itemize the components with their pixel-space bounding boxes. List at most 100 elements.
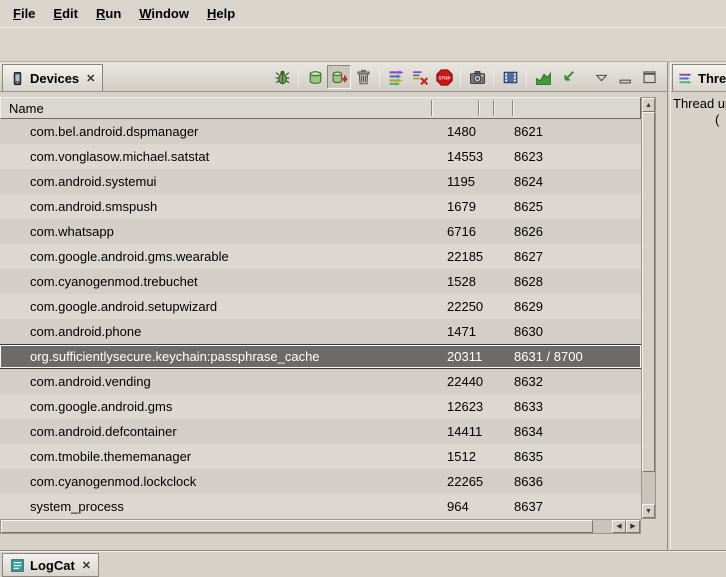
table-row[interactable]: com.cyanogenmod.lockclock 22265 8636 bbox=[0, 469, 641, 494]
maximize-button[interactable] bbox=[637, 65, 661, 89]
devices-view: Devices ✕ bbox=[0, 62, 668, 550]
update-threads-button[interactable] bbox=[384, 65, 408, 89]
table-row[interactable]: com.google.android.setupwizard 22250 862… bbox=[0, 294, 641, 319]
stop-threads-button[interactable] bbox=[408, 65, 432, 89]
threads-message-continued: ( bbox=[715, 112, 719, 127]
devices-toolbar: STOP bbox=[270, 65, 661, 89]
horizontal-scroll-thumb[interactable] bbox=[1, 520, 593, 533]
process-name: com.google.android.setupwizard bbox=[30, 299, 217, 314]
table-row[interactable]: com.android.systemui 1195 8624 bbox=[0, 169, 641, 194]
horizontal-scrollbar[interactable]: ◀ ▶ bbox=[0, 519, 641, 534]
threads-tab-label: Threads bbox=[698, 71, 726, 86]
process-pid: 12623 bbox=[447, 399, 483, 414]
debug-icon bbox=[274, 69, 291, 86]
process-pid: 20311 bbox=[447, 349, 482, 364]
menu-help[interactable]: Help bbox=[198, 2, 244, 25]
table-row[interactable]: com.google.android.gms 12623 8633 bbox=[0, 394, 641, 419]
table-row[interactable]: com.vonglasow.michael.satstat 14553 8623 bbox=[0, 144, 641, 169]
minimize-button[interactable] bbox=[613, 65, 637, 89]
process-port: 8637 bbox=[514, 499, 543, 514]
table-row[interactable]: com.android.vending 22440 8632 bbox=[0, 369, 641, 394]
process-name: com.android.defcontainer bbox=[30, 424, 177, 439]
device-icon bbox=[10, 71, 25, 86]
dump-hprof-icon bbox=[331, 69, 348, 86]
column-separator[interactable] bbox=[478, 100, 480, 116]
table-row[interactable]: system_process 964 8637 bbox=[0, 494, 641, 519]
cause-gc-button[interactable] bbox=[351, 65, 375, 89]
stop-process-icon: STOP bbox=[436, 69, 453, 86]
threads-message: Thread up bbox=[673, 96, 726, 111]
process-name: org.sufficientlysecure.keychain:passphra… bbox=[30, 349, 320, 364]
table-row[interactable]: com.android.phone 1471 8630 bbox=[0, 319, 641, 344]
logcat-tab-close-icon[interactable]: ✕ bbox=[80, 559, 91, 572]
table-header[interactable]: Name bbox=[0, 97, 641, 119]
screen-record-button[interactable] bbox=[498, 65, 522, 89]
debug-button[interactable] bbox=[270, 65, 294, 89]
scroll-left-button[interactable]: ◀ bbox=[612, 520, 626, 533]
scroll-up-button[interactable]: ▲ bbox=[642, 98, 655, 112]
tab-devices[interactable]: Devices ✕ bbox=[2, 64, 103, 91]
table-row[interactable]: com.google.android.gms.wearable 22185 86… bbox=[0, 244, 641, 269]
svg-text:STOP: STOP bbox=[438, 75, 450, 80]
vertical-scrollbar[interactable]: ▲ ▼ bbox=[641, 97, 656, 519]
process-name: com.android.vending bbox=[30, 374, 151, 389]
table-row[interactable]: com.android.smspush 1679 8625 bbox=[0, 194, 641, 219]
process-port: 8627 bbox=[514, 249, 543, 264]
stop-process-button[interactable]: STOP bbox=[432, 65, 456, 89]
scroll-down-button[interactable]: ▼ bbox=[642, 504, 655, 518]
vertical-scroll-thumb[interactable] bbox=[642, 112, 655, 472]
process-name: com.android.systemui bbox=[30, 174, 156, 189]
tab-threads[interactable]: Threads bbox=[672, 64, 726, 91]
process-port: 8630 bbox=[514, 324, 543, 339]
sysinfo-icon bbox=[535, 69, 552, 86]
table-row[interactable]: com.bel.android.dspmanager 1480 8621 bbox=[0, 119, 641, 144]
process-pid: 6716 bbox=[447, 224, 476, 239]
sysinfo-button[interactable] bbox=[531, 65, 555, 89]
process-port: 8621 bbox=[514, 124, 543, 139]
process-port: 8623 bbox=[514, 149, 543, 164]
threads-view: Threads Thread up ( bbox=[670, 62, 726, 550]
dump-hprof-button[interactable] bbox=[327, 65, 351, 89]
scroll-right-button[interactable]: ▶ bbox=[626, 520, 640, 533]
process-port: 8632 bbox=[514, 374, 543, 389]
table-row[interactable]: com.whatsapp 6716 8626 bbox=[0, 219, 641, 244]
process-name: com.cyanogenmod.lockclock bbox=[30, 474, 196, 489]
table-row[interactable]: com.android.defcontainer 14411 8634 bbox=[0, 419, 641, 444]
process-port: 8628 bbox=[514, 274, 543, 289]
screen-capture-button[interactable] bbox=[465, 65, 489, 89]
view-menu-button[interactable] bbox=[589, 65, 613, 89]
menu-edit[interactable]: Edit bbox=[44, 2, 87, 25]
process-pid: 1512 bbox=[447, 449, 476, 464]
method-profiling-button[interactable] bbox=[555, 65, 579, 89]
menu-window[interactable]: Window bbox=[130, 2, 198, 25]
toolbar-separator bbox=[526, 69, 527, 86]
table-row[interactable]: com.tmobile.thememanager 1512 8635 bbox=[0, 444, 641, 469]
device-table-body: com.bel.android.dspmanager 1480 8621 com… bbox=[0, 119, 641, 519]
toolbar-separator bbox=[379, 69, 380, 86]
logcat-bar: LogCat ✕ bbox=[0, 550, 726, 577]
table-row[interactable]: org.sufficientlysecure.keychain:passphra… bbox=[0, 344, 641, 369]
process-name: com.tmobile.thememanager bbox=[30, 449, 191, 464]
process-port: 8625 bbox=[514, 199, 543, 214]
process-name: com.cyanogenmod.trebuchet bbox=[30, 274, 198, 289]
process-pid: 22250 bbox=[447, 299, 483, 314]
column-separator[interactable] bbox=[431, 100, 433, 116]
update-heap-button[interactable] bbox=[303, 65, 327, 89]
table-row[interactable]: com.cyanogenmod.trebuchet 1528 8628 bbox=[0, 269, 641, 294]
process-name: com.android.smspush bbox=[30, 199, 157, 214]
menu-bar: File Edit Run Window Help bbox=[0, 0, 726, 27]
tab-logcat[interactable]: LogCat ✕ bbox=[2, 553, 99, 577]
threads-tabbar: Threads bbox=[671, 62, 726, 92]
process-port: 8635 bbox=[514, 449, 543, 464]
column-separator[interactable] bbox=[493, 100, 495, 116]
name-column-header[interactable]: Name bbox=[9, 101, 44, 116]
menu-file[interactable]: File bbox=[4, 2, 44, 25]
menu-run[interactable]: Run bbox=[87, 2, 130, 25]
column-separator[interactable] bbox=[512, 100, 514, 116]
process-port: 8636 bbox=[514, 474, 543, 489]
process-port: 8624 bbox=[514, 174, 543, 189]
devices-tab-close-icon[interactable]: ✕ bbox=[84, 72, 95, 85]
toolbar-separator bbox=[460, 69, 461, 86]
process-pid: 1471 bbox=[447, 324, 476, 339]
logcat-tab-label: LogCat bbox=[30, 558, 75, 573]
